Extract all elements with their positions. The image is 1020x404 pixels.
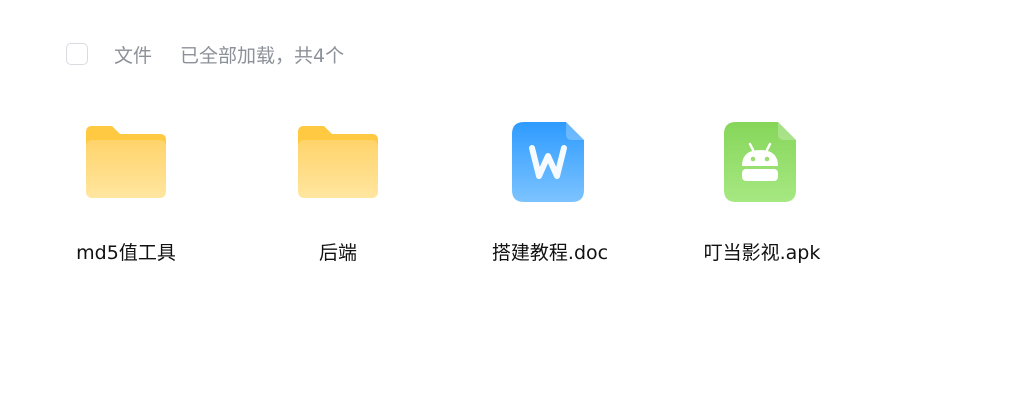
file-name: 搭建教程.doc — [491, 242, 609, 264]
file-grid: md5值工具 后端 搭建教程.doc 叮当影视.apk — [0, 110, 1020, 280]
file-item-folder[interactable]: 后端 — [232, 110, 444, 280]
word-doc-icon — [508, 120, 592, 204]
file-name: 后端 — [318, 242, 357, 264]
android-apk-icon — [720, 120, 804, 204]
file-item-folder[interactable]: md5值工具 — [20, 110, 232, 280]
file-column-label: 文件 — [114, 44, 153, 67]
folder-icon — [84, 120, 168, 204]
select-all-checkbox[interactable] — [66, 43, 88, 65]
file-list-header: 文件 已全部加载，共4个 — [66, 42, 345, 67]
file-name: 叮当影视.apk — [703, 242, 821, 264]
load-status-text: 已全部加载，共4个 — [180, 44, 345, 67]
folder-icon — [296, 120, 380, 204]
file-item-doc[interactable]: 搭建教程.doc — [444, 110, 656, 280]
file-name: md5值工具 — [76, 242, 176, 264]
file-item-apk[interactable]: 叮当影视.apk — [656, 110, 868, 280]
